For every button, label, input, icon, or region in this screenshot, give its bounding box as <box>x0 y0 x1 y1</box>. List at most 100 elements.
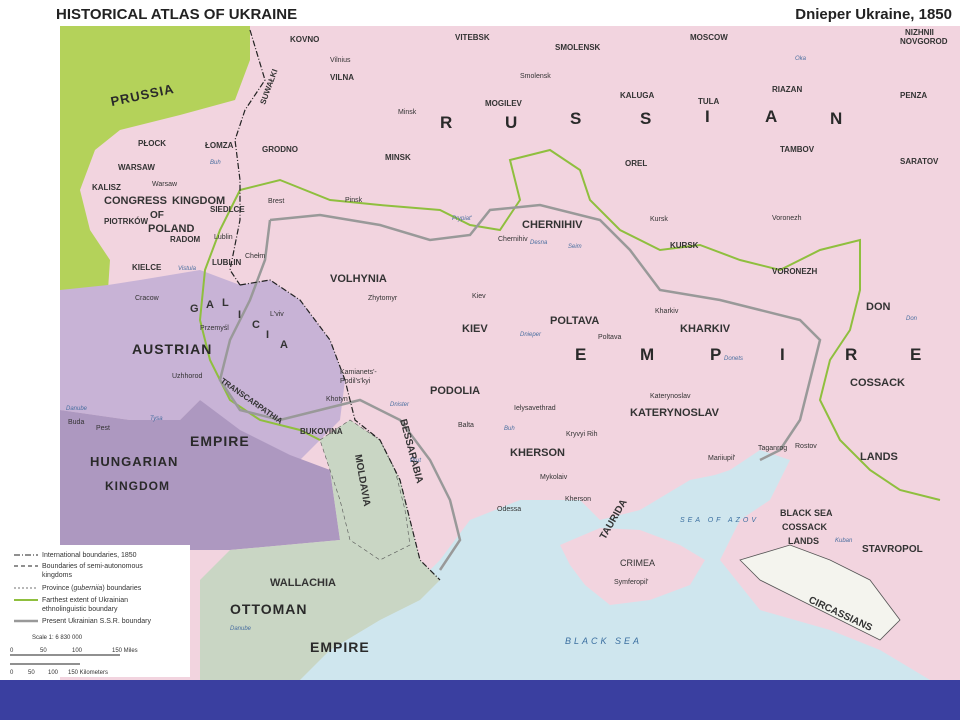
label-kalisz: KALISZ <box>92 183 121 192</box>
label-kursk-prov: KURSK <box>670 241 699 250</box>
label-austrian-empire: EMPIRE <box>190 433 250 449</box>
city-chelm: Chełm <box>245 253 265 260</box>
label-lomza: ŁOMZA <box>205 141 234 150</box>
label-austrian: AUSTRIAN <box>132 341 212 357</box>
scale-mi-100: 100 <box>72 648 83 654</box>
label-poltava: POLTAVA <box>550 315 599 327</box>
city-podilskyi: Podil's'kyi <box>340 378 371 385</box>
label-mogilev: MOGILEV <box>485 99 523 108</box>
galicia-letter: A <box>206 299 214 311</box>
label-stavropol: STAVROPOL <box>862 544 923 555</box>
river-buh: Buh <box>210 160 221 166</box>
scale-km-50: 50 <box>28 670 35 676</box>
label-plock: PŁOCK <box>138 139 166 148</box>
label-poland: POLAND <box>148 223 195 235</box>
label-riazan: RIAZAN <box>772 85 802 94</box>
city-kursk: Kursk <box>650 216 668 223</box>
river-seim: Seim <box>568 244 582 250</box>
label-kherson: KHERSON <box>510 447 565 459</box>
legend-ethnolinguistic: ethnolinguistic boundary <box>42 606 118 613</box>
city-cracow: Cracow <box>135 295 160 302</box>
label-volhynia: VOLHYNIA <box>330 273 387 285</box>
label-don: DON <box>866 301 891 313</box>
scale-km-100: 100 <box>48 670 59 676</box>
label-chernihiv: CHERNIHIV <box>522 219 583 231</box>
empire-letter: E <box>575 345 587 364</box>
city-poltava: Poltava <box>598 334 621 341</box>
legend-province: Province (guberniia) boundaries <box>42 585 142 592</box>
russian-letter: N <box>830 109 843 128</box>
label-tambov: TAMBOV <box>780 145 815 154</box>
empire-letter: I <box>780 345 786 364</box>
legend-scale: Scale 1: 6 830 000 <box>32 635 83 641</box>
river-tysa: Tysa <box>150 416 163 422</box>
galicia-letter: L <box>222 297 229 309</box>
city-pest: Pest <box>96 425 110 432</box>
label-black-sea: BLACK SEA <box>565 636 642 646</box>
label-cossack: COSSACK <box>850 377 905 389</box>
city-smolensk: Smolensk <box>520 73 551 80</box>
river-danube: Danube <box>66 406 88 412</box>
atlas-title: HISTORICAL ATLAS OF UKRAINE <box>56 6 297 23</box>
city-pinsk: Pinsk <box>345 197 363 204</box>
legend-province-pre: Province ( <box>42 585 74 592</box>
river-donets: Donets <box>724 356 743 362</box>
river-oka: Oka <box>795 56 807 62</box>
label-kaluga: KALUGA <box>620 91 654 100</box>
label-grodno: GRODNO <box>262 145 298 154</box>
river-prut: Prut <box>410 458 421 464</box>
city-khotyn: Khotyn <box>326 396 348 403</box>
label-moscow: MOSCOW <box>690 33 728 42</box>
empire-letter: E <box>910 345 922 364</box>
empire-letter: R <box>845 345 858 364</box>
label-black-sea-cossack: BLACK SEA <box>780 508 833 518</box>
galicia-letter: I <box>238 309 241 321</box>
label-hungary-kingdom: KINGDOM <box>105 479 170 493</box>
river-danube-2: Danube <box>230 626 252 632</box>
galicia-letter: C <box>252 319 260 331</box>
city-chernihiv: Chernihiv <box>498 236 528 243</box>
label-smolensk: SMOLENSK <box>555 43 601 52</box>
label-kovno: KOVNO <box>290 35 319 44</box>
galicia-letter: I <box>266 329 269 341</box>
label-kharkiv: KHARKIV <box>680 323 731 335</box>
label-nizhnii: NIZHNII <box>905 28 934 37</box>
city-lublin: Lublin <box>214 234 233 241</box>
label-voronezh-prov: VORONEZH <box>772 267 818 276</box>
legend-province-post: ) boundaries <box>102 585 141 592</box>
city-simferopil: Symferopil' <box>614 579 648 586</box>
scale-mi-150: 150 Miles <box>112 648 138 654</box>
galicia-letter: G <box>190 303 199 315</box>
river-desna: Desna <box>530 240 548 246</box>
label-hungarian: HUNGARIAN <box>90 454 178 469</box>
label-lands: LANDS <box>860 451 898 463</box>
scale-mi-50: 50 <box>40 648 47 654</box>
russian-letter: A <box>765 107 778 126</box>
label-tula: TULA <box>698 97 720 106</box>
label-orel: OREL <box>625 159 647 168</box>
label-katerynoslav: KATERYNOSLAV <box>630 407 720 419</box>
city-kharkiv: Kharkiv <box>655 308 679 315</box>
label-warsaw: WARSAW <box>118 163 155 172</box>
city-przemysl: Przemyśl <box>200 325 229 332</box>
city-buda: Buda <box>68 419 84 426</box>
label-podolia: PODOLIA <box>430 385 480 397</box>
empire-letter: P <box>710 345 722 364</box>
historical-map: HISTORICAL ATLAS OF UKRAINE Dnieper Ukra… <box>0 0 960 680</box>
river-buh-2: Buh <box>504 426 515 432</box>
city-katerynoslav: Katerynoslav <box>650 393 691 400</box>
legend-guberniia: guberniia <box>74 585 103 592</box>
label-minsk: MINSK <box>385 153 411 162</box>
river-kuban: Kuban <box>835 538 853 544</box>
river-vistula: Vistula <box>178 266 197 272</box>
label-bukovina: BUKOVINA <box>300 427 343 436</box>
city-rostov: Rostov <box>795 443 817 450</box>
river-dnister: Dnister <box>390 402 410 408</box>
map-subtitle: Dnieper Ukraine, 1850 <box>795 6 952 23</box>
label-siedlce: SIEDLCE <box>210 205 245 214</box>
galicia-letter: A <box>280 339 288 351</box>
city-balta: Balta <box>458 422 474 429</box>
city-odessa: Odessa <box>497 506 521 513</box>
russian-letter: U <box>505 113 518 132</box>
label-kielce: KIELCE <box>132 263 162 272</box>
